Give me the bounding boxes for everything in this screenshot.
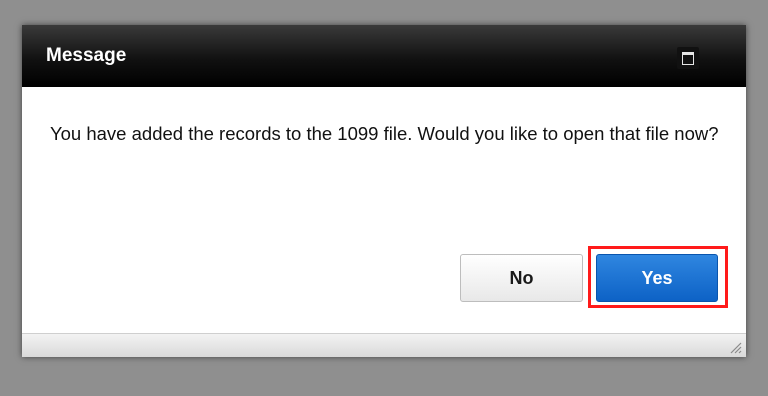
message-dialog: Message You have added the records to th… [22, 25, 746, 357]
dialog-message: You have added the records to the 1099 f… [50, 123, 719, 144]
dialog-statusbar [22, 333, 746, 357]
maximize-icon [682, 52, 694, 65]
yes-button-highlight [588, 246, 728, 308]
no-button[interactable]: No [460, 254, 583, 302]
dialog-titlebar: Message [22, 25, 746, 87]
dialog-title: Message [46, 45, 127, 66]
maximize-button[interactable] [677, 47, 699, 69]
resize-grip-icon[interactable] [728, 340, 742, 354]
